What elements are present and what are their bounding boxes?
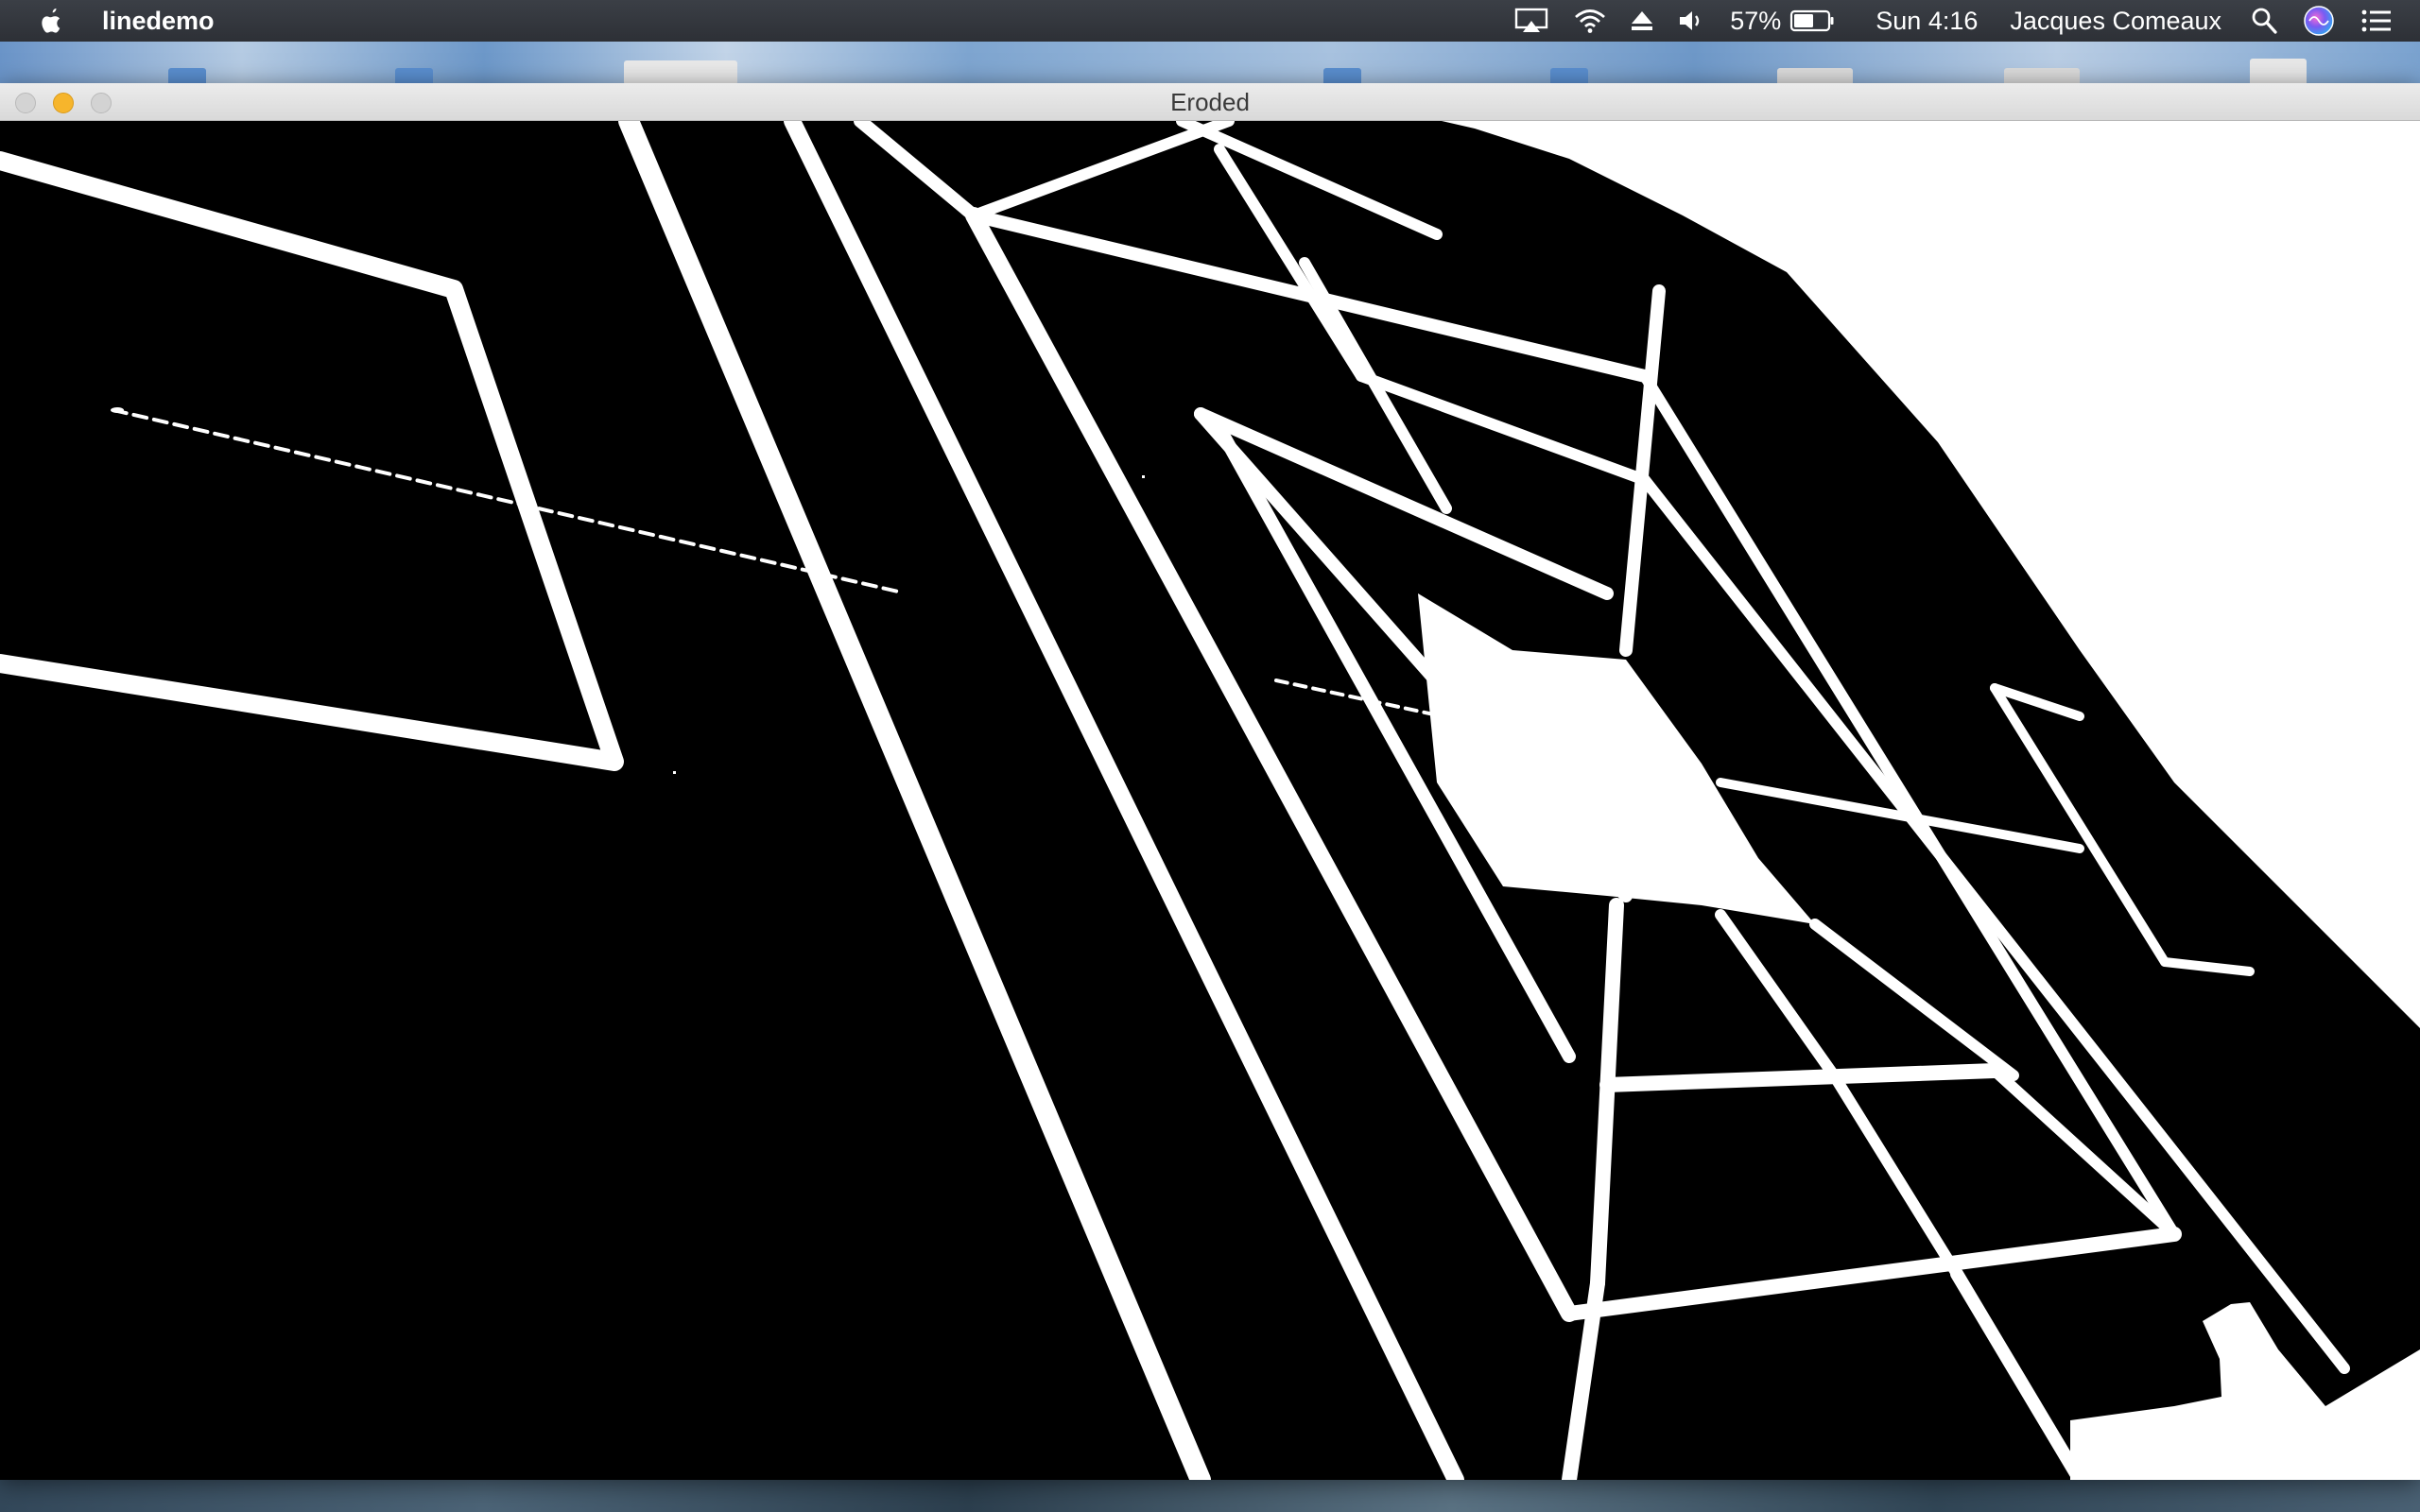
spotlight-icon[interactable] xyxy=(2250,0,2278,42)
image-speck xyxy=(2304,415,2338,422)
status-area: 57% Sun 4:16 Jacques Comeaux xyxy=(1512,0,2420,42)
menu-bar: linedemo 57% Sun 4:16 Jacques Comeaux xyxy=(0,0,2420,42)
window-title: Eroded xyxy=(1170,88,1250,116)
eroded-window: Eroded xyxy=(0,83,2420,1480)
apple-icon[interactable] xyxy=(36,6,66,36)
volume-icon[interactable] xyxy=(1677,0,1707,42)
siri-icon[interactable] xyxy=(2303,0,2335,42)
app-name-menu[interactable]: linedemo xyxy=(102,7,215,36)
window-titlebar[interactable]: Eroded xyxy=(0,83,2420,121)
image-speck xyxy=(1142,475,1145,478)
airplay-icon[interactable] xyxy=(1512,0,1550,42)
desktop-item[interactable] xyxy=(624,60,737,85)
desktop-wallpaper-water xyxy=(0,1478,2420,1512)
menubar-clock[interactable]: Sun 4:16 xyxy=(1876,0,1978,42)
notification-center-icon[interactable] xyxy=(2360,0,2394,42)
image-speck xyxy=(2396,669,2401,726)
wifi-icon[interactable] xyxy=(1571,0,1609,42)
battery-percent: 57% xyxy=(1730,6,1782,35)
eject-icon[interactable] xyxy=(1628,0,1656,42)
image-speck xyxy=(673,771,676,774)
battery-icon[interactable] xyxy=(1789,0,1836,42)
eroded-image xyxy=(0,121,2420,1480)
user-name-menu[interactable]: Jacques Comeaux xyxy=(2010,0,2221,42)
image-speck xyxy=(111,407,124,413)
image-canvas xyxy=(0,121,2420,1480)
